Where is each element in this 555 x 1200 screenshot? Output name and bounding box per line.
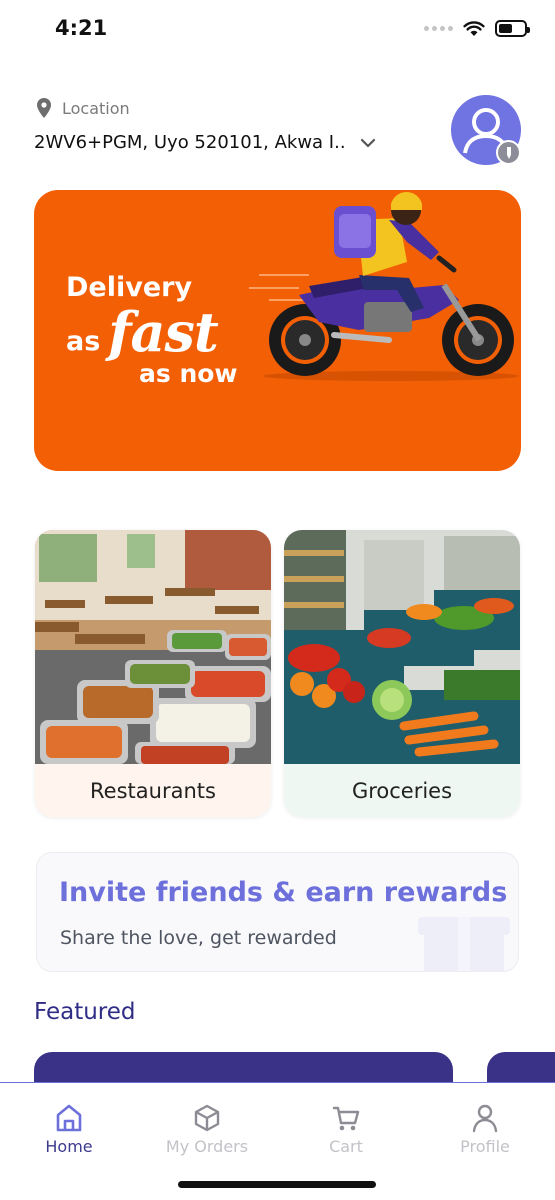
featured-heading: Featured <box>34 999 136 1025</box>
tab-my-orders-label: My Orders <box>165 1137 249 1156</box>
groceries-photo <box>284 530 520 764</box>
tab-my-orders[interactable]: My Orders <box>152 1103 262 1156</box>
category-label-restaurants: Restaurants <box>35 764 271 817</box>
person-icon <box>472 1104 498 1133</box>
edit-pencil-icon <box>506 146 511 159</box>
delivery-rider-illustration <box>249 191 519 381</box>
chevron-down-icon <box>360 138 375 147</box>
category-card-groceries[interactable]: Groceries <box>284 530 520 817</box>
status-bar: 4:21 <box>0 0 555 60</box>
box-icon <box>194 1104 220 1132</box>
restaurants-photo <box>35 530 271 764</box>
cart-icon <box>332 1106 360 1131</box>
category-label-groceries: Groceries <box>284 764 520 817</box>
home-indicator[interactable] <box>178 1181 376 1188</box>
banner-headline: Delivery as fast as now <box>66 272 238 388</box>
tab-home[interactable]: Home <box>14 1103 124 1156</box>
status-time: 4:21 <box>55 16 108 40</box>
location-selector[interactable]: 2WV6+PGM, Uyo 520101, Akwa I.. <box>34 132 376 153</box>
invite-subtitle: Share the love, get rewarded <box>60 927 337 949</box>
banner-line2: as fast <box>66 304 238 360</box>
banner-line3: as now <box>139 359 238 388</box>
category-card-restaurants[interactable]: Restaurants <box>35 530 271 817</box>
location-value: 2WV6+PGM, Uyo 520101, Akwa I.. <box>34 132 346 153</box>
location-label-text: Location <box>62 98 130 118</box>
tab-home-label: Home <box>45 1137 93 1156</box>
location-label: Location <box>36 98 130 118</box>
tab-profile-label: Profile <box>460 1137 510 1156</box>
invite-friends-card[interactable]: Invite friends & earn rewards Share the … <box>36 852 519 972</box>
status-icons <box>424 20 530 37</box>
banner-line2-emphasis: fast <box>108 300 219 364</box>
tab-profile[interactable]: Profile <box>430 1103 540 1156</box>
avatar-edit-badge[interactable] <box>496 140 521 165</box>
battery-icon <box>495 20 530 37</box>
gift-icon <box>418 917 510 971</box>
signal-icon <box>424 26 453 31</box>
invite-title: Invite friends & earn rewards <box>59 877 508 908</box>
location-pin-icon <box>37 98 51 118</box>
banner-line2-prefix: as <box>66 326 101 357</box>
tab-cart[interactable]: Cart <box>291 1103 401 1156</box>
wifi-icon <box>463 20 485 36</box>
tab-cart-label: Cart <box>329 1137 363 1156</box>
promo-banner[interactable]: Delivery as fast as now <box>34 190 521 471</box>
home-icon <box>56 1104 82 1132</box>
